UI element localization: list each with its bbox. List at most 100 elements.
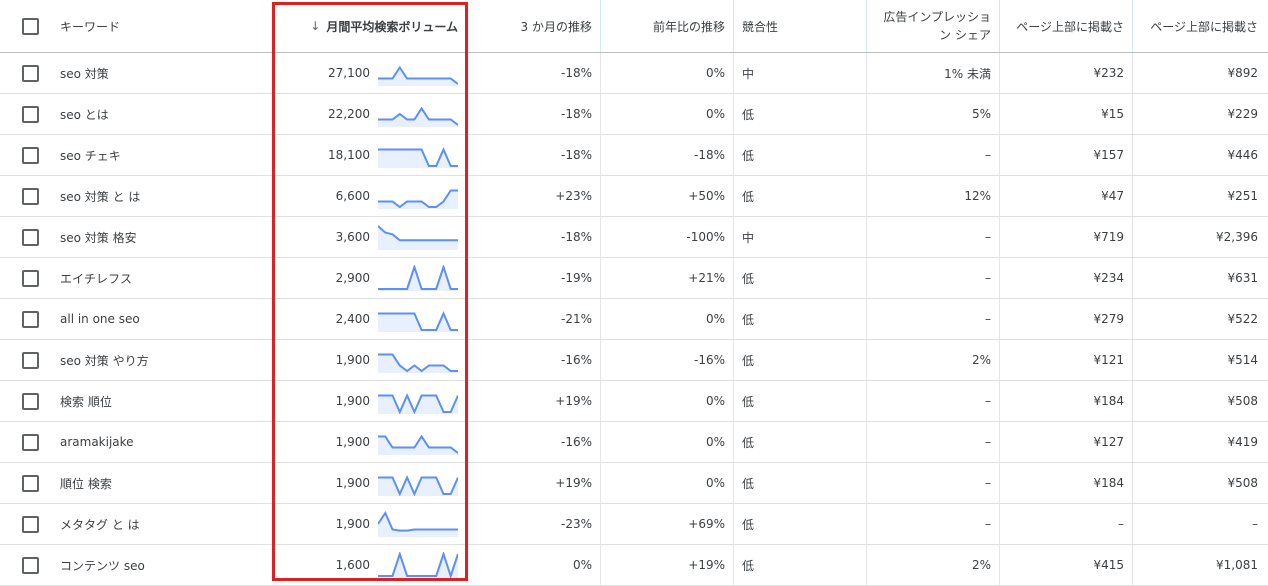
- keyword-cell: seo 対策 格安: [60, 230, 137, 245]
- checkbox-icon[interactable]: [21, 392, 39, 410]
- checkbox-icon[interactable]: [21, 269, 39, 287]
- checkbox-icon[interactable]: [21, 433, 39, 451]
- header-volume[interactable]: ↓ 月間平均検索ボリューム: [270, 0, 470, 52]
- row-checkbox[interactable]: [0, 176, 60, 216]
- bid-high-cell: ¥419: [1132, 422, 1268, 462]
- three-month-cell: +23%: [555, 189, 592, 203]
- row-checkbox[interactable]: [0, 340, 60, 380]
- yoy-cell: +69%: [600, 504, 733, 544]
- row-checkbox[interactable]: [0, 504, 60, 544]
- three-month-cell: 0%: [572, 558, 592, 572]
- competition-cell: 中: [733, 53, 866, 93]
- header-bid-high[interactable]: ページ上部に掲載さ: [1132, 0, 1268, 52]
- table-row[interactable]: seo 対策 と は 6,600 +23% +50% 低 12% ¥47 ¥251: [0, 176, 1268, 217]
- header-three-month[interactable]: 3 か月の推移: [470, 0, 600, 52]
- bid-low-cell: ¥184: [999, 381, 1132, 421]
- bid-high-cell: ¥892: [1132, 53, 1268, 93]
- table-row[interactable]: seo チェキ 18,100 -18% -18% 低 – ¥157 ¥446: [0, 135, 1268, 176]
- row-checkbox[interactable]: [0, 135, 60, 175]
- volume-cell: 3,600: [270, 217, 470, 257]
- row-checkbox[interactable]: [0, 381, 60, 421]
- checkbox-icon[interactable]: [21, 187, 39, 205]
- header-keyword[interactable]: キーワード: [60, 0, 270, 52]
- volume-cell: 6,600: [270, 176, 470, 216]
- impression-share-cell: 2%: [866, 340, 999, 380]
- competition-cell: 低: [733, 135, 866, 175]
- table-row[interactable]: コンテンツ seo 1,600 0% +19% 低 2% ¥415 ¥1,081: [0, 545, 1268, 586]
- table-row[interactable]: aramakijake 1,900 -16% 0% 低 – ¥127 ¥419: [0, 422, 1268, 463]
- trend-sparkline: [378, 511, 458, 537]
- table-row[interactable]: 順位 検索 1,900 +19% 0% 低 – ¥184 ¥508: [0, 463, 1268, 504]
- table-row[interactable]: seo 対策 格安 3,600 -18% -100% 中 – ¥719 ¥2,396: [0, 217, 1268, 258]
- competition-cell: 低: [733, 504, 866, 544]
- row-checkbox[interactable]: [0, 299, 60, 339]
- impression-share-cell: –: [866, 299, 999, 339]
- checkbox-icon[interactable]: [21, 556, 39, 574]
- bid-low-cell: ¥15: [999, 94, 1132, 134]
- row-checkbox[interactable]: [0, 258, 60, 298]
- table-row[interactable]: エイチレフス 2,900 -19% +21% 低 – ¥234 ¥631: [0, 258, 1268, 299]
- table-row[interactable]: メタタグ と は 1,900 -23% +69% 低 – – –: [0, 504, 1268, 545]
- table-row[interactable]: 検索 順位 1,900 +19% 0% 低 – ¥184 ¥508: [0, 381, 1268, 422]
- volume-cell: 1,600: [270, 545, 470, 585]
- bid-low-cell: ¥279: [999, 299, 1132, 339]
- keyword-cell: 順位 検索: [60, 476, 112, 491]
- checkbox-icon[interactable]: [21, 310, 39, 328]
- checkbox-icon[interactable]: [21, 228, 39, 246]
- checkbox-icon[interactable]: [21, 351, 39, 369]
- volume-cell: 18,100: [270, 135, 470, 175]
- impression-share-cell: –: [866, 422, 999, 462]
- header-competition[interactable]: 競合性: [733, 0, 866, 52]
- trend-sparkline: [378, 434, 458, 455]
- checkbox-icon[interactable]: [21, 105, 39, 123]
- bid-high-cell: ¥631: [1132, 258, 1268, 298]
- bid-high-cell: ¥251: [1132, 176, 1268, 216]
- yoy-cell: -100%: [600, 217, 733, 257]
- yoy-cell: 0%: [600, 94, 733, 134]
- checkbox-icon[interactable]: [21, 146, 39, 164]
- sparkline-area: [378, 354, 458, 373]
- sparkline-area: [378, 436, 458, 455]
- trend-sparkline: [378, 189, 458, 209]
- trend-sparkline: [378, 353, 458, 373]
- three-month-cell: -23%: [560, 517, 592, 531]
- impression-share-cell: –: [866, 381, 999, 421]
- checkbox-icon[interactable]: [21, 474, 39, 492]
- table-row[interactable]: seo とは 22,200 -18% 0% 低 5% ¥15 ¥229: [0, 94, 1268, 135]
- competition-cell: 低: [733, 299, 866, 339]
- impression-share-cell: 5%: [866, 94, 999, 134]
- bid-low-cell: ¥415: [999, 545, 1132, 585]
- header-yoy[interactable]: 前年比の推移: [600, 0, 733, 52]
- sparkline-area: [378, 226, 458, 250]
- bid-low-cell: ¥234: [999, 258, 1132, 298]
- three-month-cell: -19%: [560, 271, 592, 285]
- checkbox-icon[interactable]: [21, 17, 39, 35]
- checkbox-icon[interactable]: [21, 515, 39, 533]
- row-checkbox[interactable]: [0, 463, 60, 503]
- row-checkbox[interactable]: [0, 422, 60, 462]
- bid-high-cell: ¥508: [1132, 381, 1268, 421]
- arrow-down-icon: ↓: [310, 19, 321, 33]
- trend-sparkline: [378, 225, 458, 250]
- table-row[interactable]: seo 対策 27,100 -18% 0% 中 1% 未満 ¥232 ¥892: [0, 53, 1268, 94]
- table-row[interactable]: seo 対策 やり方 1,900 -16% -16% 低 2% ¥121 ¥514: [0, 340, 1268, 381]
- row-checkbox[interactable]: [0, 217, 60, 257]
- bid-low-cell: ¥232: [999, 53, 1132, 93]
- yoy-cell: -16%: [600, 340, 733, 380]
- header-bid-low[interactable]: ページ上部に掲載さ: [999, 0, 1132, 52]
- volume-value: 3,600: [335, 230, 370, 244]
- sparkline-area: [378, 67, 458, 86]
- three-month-cell: +19%: [555, 476, 592, 490]
- table-row[interactable]: all in one seo 2,400 -21% 0% 低 – ¥279 ¥522: [0, 299, 1268, 340]
- bid-low-cell: ¥127: [999, 422, 1132, 462]
- volume-value: 6,600: [335, 189, 370, 203]
- three-month-cell: -18%: [560, 107, 592, 121]
- row-checkbox[interactable]: [0, 545, 60, 585]
- select-all-checkbox[interactable]: [0, 0, 60, 52]
- impression-share-cell: –: [866, 135, 999, 175]
- row-checkbox[interactable]: [0, 94, 60, 134]
- trend-sparkline: [378, 147, 458, 168]
- checkbox-icon[interactable]: [21, 64, 39, 82]
- row-checkbox[interactable]: [0, 53, 60, 93]
- header-impression-share[interactable]: 広告インプレッション シェア: [866, 0, 999, 52]
